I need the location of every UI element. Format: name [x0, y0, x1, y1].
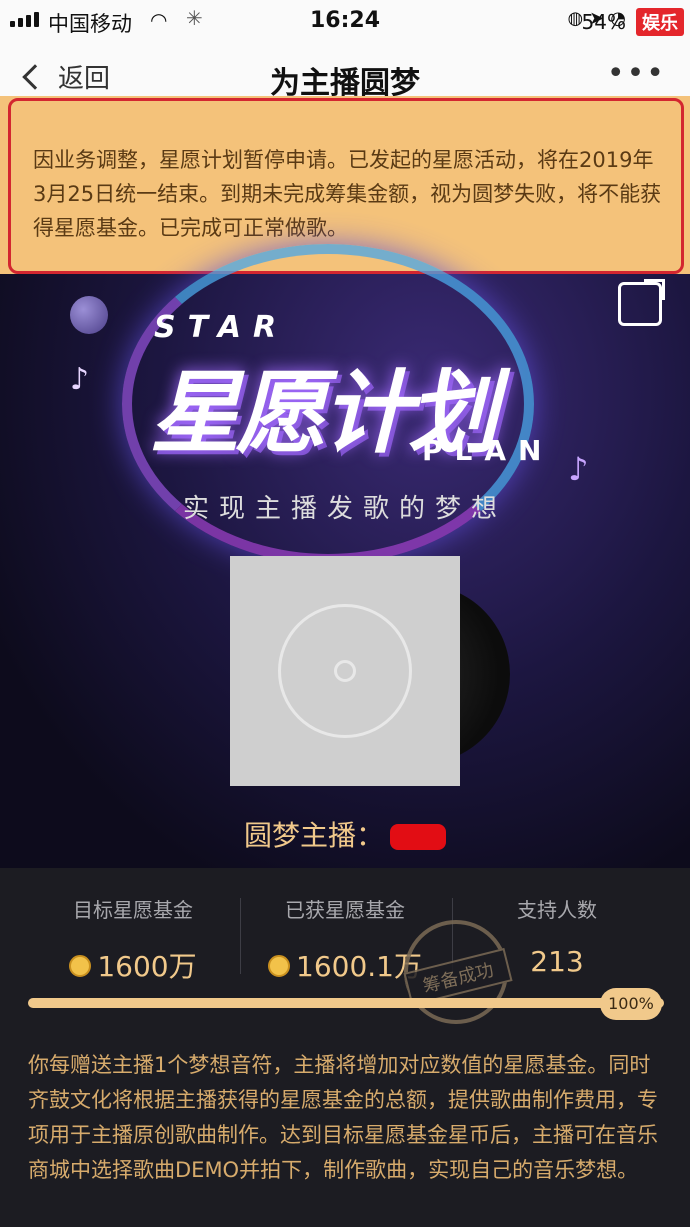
battery-percent: 54%	[581, 10, 626, 34]
description-text: 你每赠送主播1个梦想音符，主播将增加对应数值的星愿基金。同时齐鼓文化将根据主播获…	[28, 1053, 658, 1182]
progress-percent: 100%	[600, 988, 662, 1020]
share-icon[interactable]	[618, 279, 665, 326]
small-planet	[70, 296, 108, 334]
watermark-badge: 娱乐	[636, 8, 684, 36]
plan-text: PLAN	[422, 434, 554, 467]
hero-banner: ♪ ♪ STAR 星愿计划 PLAN 实现主播发歌的梦想 圆梦主播：	[0, 244, 690, 868]
more-options-button[interactable]: •••	[607, 56, 666, 91]
stat-target: 目标星愿基金 1600万	[28, 894, 238, 985]
status-bar: 中国移动 ◠ ✳ 16:24 ◍➤◔ 54% 娱乐	[0, 0, 690, 40]
redacted-name	[390, 824, 446, 850]
music-note-icon: ♪	[70, 362, 90, 397]
music-note-icon: ♪	[568, 450, 589, 488]
album-cover[interactable]	[230, 556, 460, 786]
stat-value: 1600万	[28, 945, 238, 985]
host-line: 圆梦主播：	[0, 814, 690, 854]
coin-icon	[69, 955, 92, 977]
stat-value: 213	[530, 945, 584, 978]
hero-subtitle: 实现主播发歌的梦想	[182, 494, 507, 524]
stat-label: 已获星愿基金	[285, 898, 405, 922]
host-label: 圆梦主播：	[243, 819, 384, 852]
coin-icon	[268, 955, 290, 977]
progress-bar	[28, 998, 664, 1008]
stats-panel: 目标星愿基金 1600万 已获星愿基金 1600.1万 筹备成功 支持人数 21…	[0, 868, 690, 1227]
progress-fill	[28, 998, 664, 1008]
stat-label: 支持人数	[517, 898, 597, 922]
stat-supporters: 支持人数 213	[452, 894, 662, 978]
stat-label: 目标星愿基金	[73, 898, 193, 922]
disc-icon	[278, 604, 412, 738]
